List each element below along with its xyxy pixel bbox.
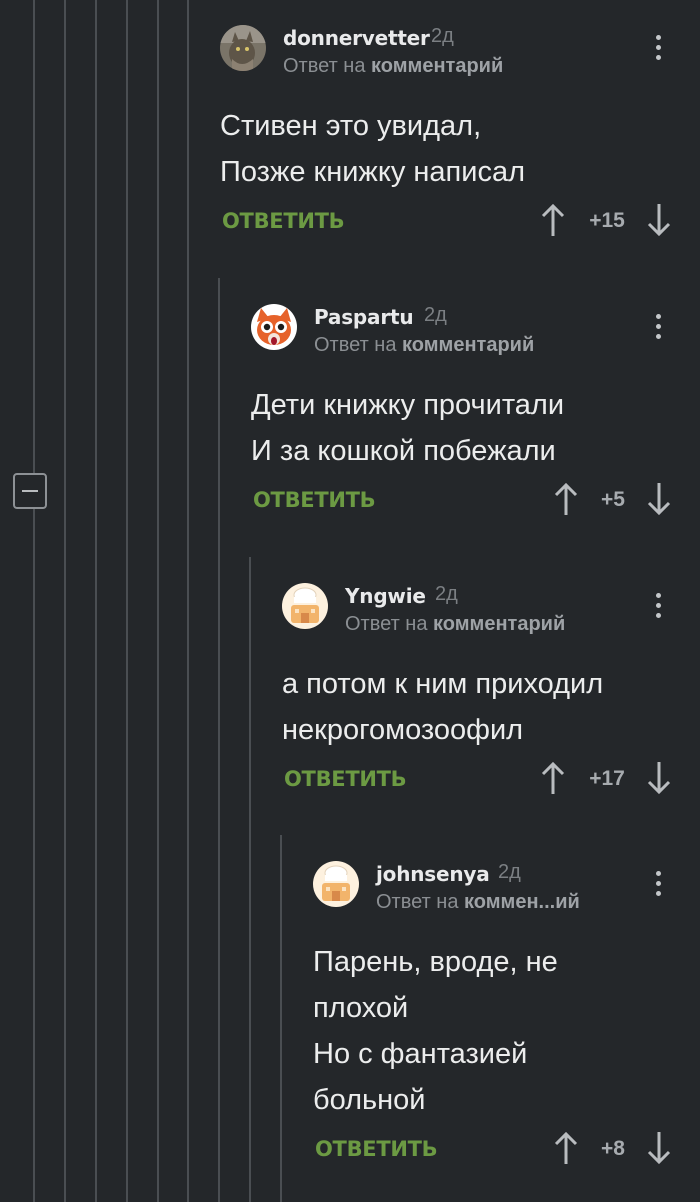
comment-line: Парень, вроде, не — [313, 946, 558, 978]
thread-line — [157, 0, 159, 1202]
timestamp: 2д — [435, 583, 458, 605]
reply-to: Ответ на комментарий — [314, 334, 534, 357]
reply-button[interactable]: ОТВЕТИТЬ — [222, 209, 345, 233]
timestamp: 2д — [424, 304, 447, 326]
downvote-icon[interactable] — [646, 1131, 672, 1165]
reply-to-prefix: Ответ на — [345, 613, 428, 635]
reply-to-link[interactable]: комментарий — [402, 334, 534, 356]
upvote-icon[interactable] — [553, 482, 579, 516]
comment: johnsenya 2д Ответ на коммен...ий Парень… — [313, 861, 700, 1181]
thread-line — [64, 0, 66, 1202]
reply-button[interactable]: ОТВЕТИТЬ — [284, 767, 407, 791]
downvote-icon[interactable] — [646, 482, 672, 516]
comment-body: Парень, вроде, не плохой Но с фантазией … — [313, 939, 558, 1123]
reply-to-prefix: Ответ на — [283, 55, 366, 77]
comment-body: Дети книжку прочитали И за кошкой побежа… — [251, 382, 564, 474]
comment-line: плохой — [313, 992, 409, 1024]
reply-to-link[interactable]: комментарий — [371, 55, 503, 77]
username[interactable]: Paspartu — [314, 305, 414, 329]
reply-to: Ответ на комментарий — [345, 613, 565, 636]
reply-to: Ответ на комментарий — [283, 55, 503, 78]
comment-body: а потом к ним приходил некрогомозоофил — [282, 661, 603, 753]
thread-line — [280, 835, 282, 1202]
more-options-icon[interactable] — [656, 593, 662, 619]
comment-line: а потом к ним приходил — [282, 668, 604, 700]
avatar[interactable] — [220, 25, 266, 71]
rating: +5 — [601, 488, 625, 511]
rating: +8 — [601, 1137, 625, 1160]
comment-line: Дети книжку прочитали — [251, 389, 565, 421]
thread-line — [126, 0, 128, 1202]
comment-line: Позже книжку написал — [220, 156, 525, 188]
thread-line — [187, 0, 189, 1202]
thread-line — [95, 0, 97, 1202]
username[interactable]: Yngwie — [345, 584, 426, 608]
upvote-icon[interactable] — [540, 203, 566, 237]
reply-to-prefix: Ответ на — [314, 334, 397, 356]
downvote-icon[interactable] — [646, 761, 672, 795]
comment-line: Но с фантазией — [313, 1038, 528, 1070]
upvote-icon[interactable] — [553, 1131, 579, 1165]
rating: +17 — [589, 767, 625, 790]
comment: Yngwie 2д Ответ на комментарий а потом к… — [282, 583, 700, 803]
upvote-icon[interactable] — [540, 761, 566, 795]
reply-to-link[interactable]: комментарий — [433, 613, 565, 635]
reply-button[interactable]: ОТВЕТИТЬ — [253, 488, 376, 512]
comment-line: некрогомозоофил — [282, 714, 524, 746]
downvote-icon[interactable] — [646, 203, 672, 237]
comment-body: Стивен это увидал, Позже книжку написал — [220, 103, 525, 195]
reply-to: Ответ на коммен...ий — [376, 891, 580, 914]
avatar[interactable] — [251, 304, 297, 350]
more-options-icon[interactable] — [656, 35, 662, 61]
thread-line — [218, 278, 220, 1202]
more-options-icon[interactable] — [656, 871, 662, 897]
avatar[interactable] — [313, 861, 359, 907]
reply-to-prefix: Ответ на — [376, 891, 459, 913]
reply-button[interactable]: ОТВЕТИТЬ — [315, 1137, 438, 1161]
timestamp: 2д — [498, 861, 521, 883]
username[interactable]: johnsenya — [376, 862, 490, 886]
timestamp: 2д — [431, 25, 454, 47]
avatar[interactable] — [282, 583, 328, 629]
rating: +15 — [589, 209, 625, 232]
thread-line — [249, 557, 251, 1202]
comment: Paspartu 2д Ответ на комментарий Дети кн… — [251, 304, 700, 524]
more-options-icon[interactable] — [656, 314, 662, 340]
comment: donnervetter 2д Ответ на комментарий Сти… — [220, 25, 700, 245]
collapse-thread-button[interactable] — [13, 473, 47, 509]
comment-line: больной — [313, 1084, 426, 1116]
username[interactable]: donnervetter — [283, 26, 430, 50]
reply-to-link[interactable]: коммен...ий — [464, 891, 580, 913]
comment-line: И за кошкой побежали — [251, 435, 556, 467]
thread-line — [33, 0, 35, 1202]
comment-line: Стивен это увидал, — [220, 110, 482, 142]
